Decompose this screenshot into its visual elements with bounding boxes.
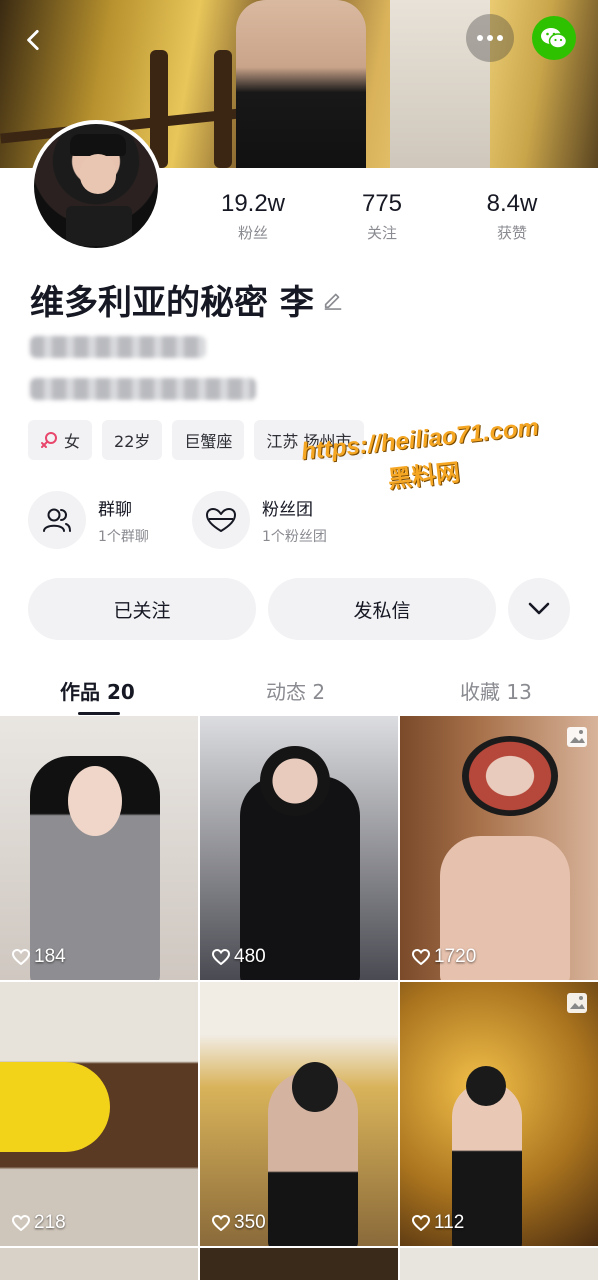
followed-button[interactable]: 已关注 [28, 578, 256, 640]
stat-label: 粉丝 [237, 224, 268, 242]
content-tabs: 作品 20 动态 2 收藏 13 [0, 666, 598, 716]
tag-age: 22岁 [102, 420, 163, 460]
fan-club-icon [206, 508, 236, 532]
post-thumbnail[interactable]: 184 [0, 716, 198, 980]
avatar[interactable] [30, 120, 162, 252]
wechat-icon [541, 28, 568, 49]
post-likes: 480 [212, 946, 266, 968]
wechat-share-button[interactable] [532, 16, 576, 60]
post-thumbnail[interactable] [200, 1248, 398, 1280]
heart-icon [212, 1215, 230, 1231]
post-likes: 112 [412, 1212, 464, 1234]
heart-icon [412, 1215, 430, 1231]
chevron-down-icon [528, 602, 550, 615]
more-button[interactable] [466, 14, 514, 62]
post-thumbnail[interactable]: 112 [400, 982, 598, 1246]
stat-value: 775 [361, 190, 403, 217]
tab-favorites[interactable]: 收藏 13 [460, 676, 532, 705]
stat-value: 8.4w [486, 190, 538, 217]
gallery-icon [567, 727, 587, 747]
group-title: 群聊 [98, 499, 132, 520]
tag-label: 女 [64, 432, 81, 451]
tag-label: 巨蟹座 [184, 432, 233, 451]
stat-likes[interactable]: 8.4w 获赞 [452, 190, 572, 243]
heart-icon [12, 949, 30, 965]
post-likes: 1720 [412, 946, 476, 968]
post-likes-count: 112 [434, 1212, 465, 1233]
expand-button[interactable] [508, 578, 570, 640]
post-likes: 184 [12, 946, 66, 968]
tab-works[interactable]: 作品 20 [60, 676, 135, 705]
stat-value: 19.2w [220, 190, 286, 217]
stat-fans[interactable]: 19.2w 粉丝 [193, 190, 313, 243]
tag-gender: 女 [28, 420, 93, 460]
post-likes-count: 184 [34, 946, 66, 967]
tag-zodiac: 巨蟹座 [172, 420, 245, 460]
tag-label: 22岁 [114, 432, 151, 451]
profile-name: 维多利亚的秘密 李 [30, 282, 314, 323]
post-thumbnail[interactable] [400, 1248, 598, 1280]
post-likes: 218 [12, 1212, 66, 1234]
edit-icon[interactable] [322, 288, 344, 310]
post-likes-count: 350 [234, 1212, 266, 1233]
fan-club-subtitle: 1个粉丝团 [262, 528, 327, 545]
stat-label: 关注 [366, 224, 397, 242]
redacted-id-line [30, 336, 206, 358]
post-thumbnail[interactable] [0, 1248, 198, 1280]
post-thumbnail[interactable]: 480 [200, 716, 398, 980]
post-thumbnail[interactable]: 1720 [400, 716, 598, 980]
profile-name-row: 维多利亚的秘密 李 [30, 278, 344, 323]
post-likes: 350 [212, 1212, 266, 1234]
stat-label: 获赞 [496, 224, 527, 242]
post-likes-count: 480 [234, 946, 266, 967]
message-button[interactable]: 发私信 [268, 578, 496, 640]
female-icon [41, 432, 57, 448]
post-thumbnail[interactable]: 218 [0, 982, 198, 1246]
heart-icon [212, 949, 230, 965]
tab-moments[interactable]: 动态 2 [266, 676, 325, 705]
post-thumbnail[interactable]: 350 [200, 982, 398, 1246]
group-chat-entry[interactable]: 群聊 1个群聊 [28, 490, 149, 550]
group-chat-icon [43, 508, 71, 532]
post-likes-count: 218 [34, 1212, 66, 1233]
ellipsis-icon [477, 35, 503, 41]
active-tab-indicator [78, 712, 120, 715]
post-likes-count: 1720 [434, 946, 477, 967]
back-button[interactable] [10, 16, 58, 64]
chevron-left-icon [27, 29, 39, 51]
redacted-info-line [30, 378, 256, 400]
heart-icon [12, 1215, 30, 1231]
stat-following[interactable]: 775 关注 [322, 190, 442, 243]
group-subtitle: 1个群聊 [98, 528, 149, 545]
gallery-icon [567, 993, 587, 1013]
heart-icon [412, 949, 430, 965]
